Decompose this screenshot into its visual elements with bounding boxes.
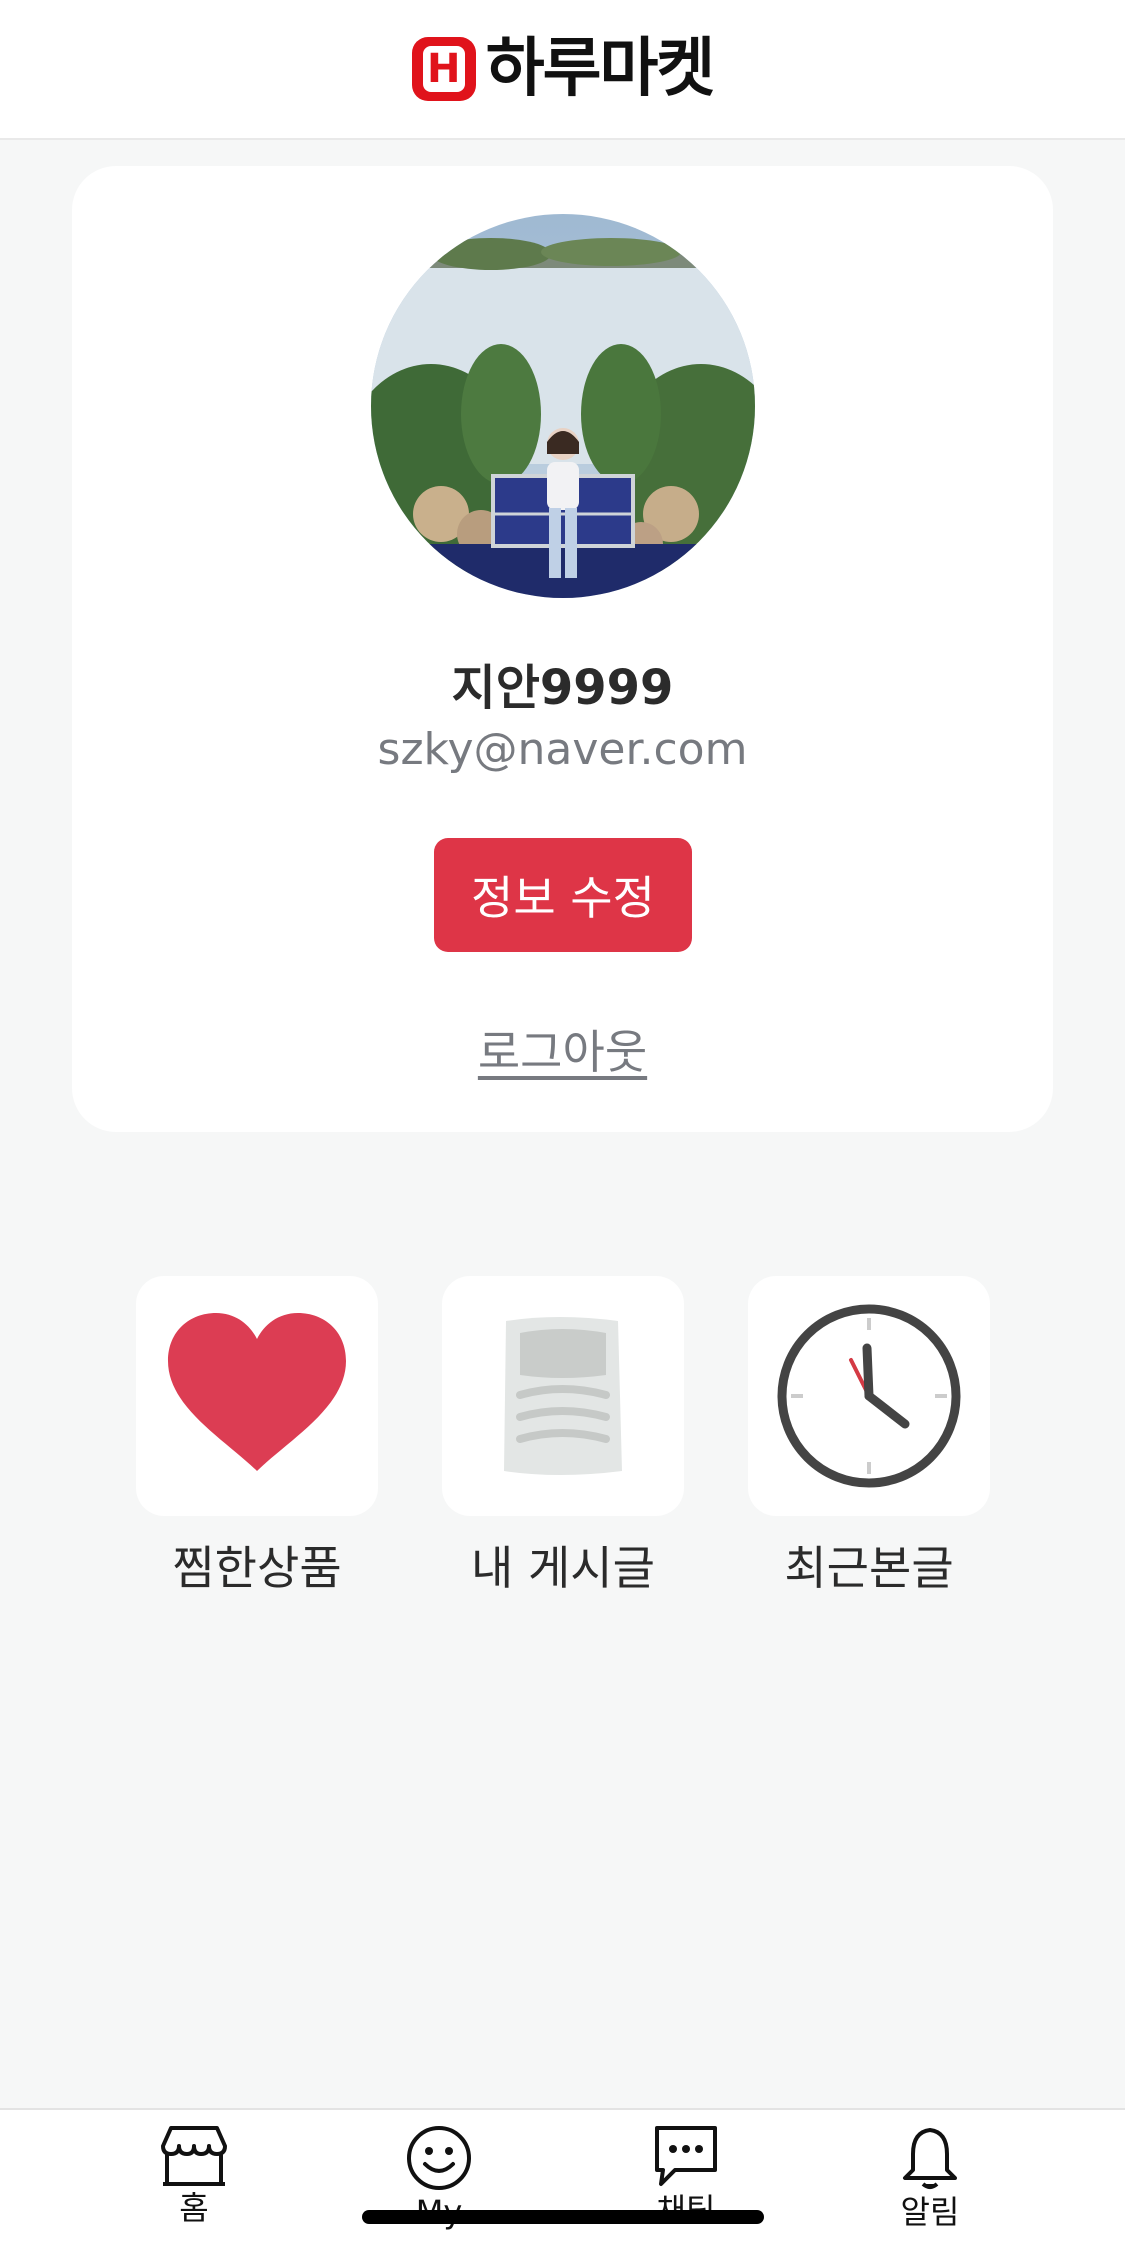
avatar[interactable] xyxy=(371,214,755,598)
shortcut-tile[interactable] xyxy=(136,1276,378,1516)
clock-icon xyxy=(777,1304,961,1488)
shortcut-label: 찜한상품 xyxy=(172,1541,342,1595)
bottom-nav: 홈 My 채팅 알림 xyxy=(0,2108,1125,2250)
app-name: 하루마켓 xyxy=(485,32,716,106)
edit-profile-button[interactable]: 정보 수정 xyxy=(434,838,692,952)
nav-item-home[interactable]: 홈 xyxy=(124,2124,264,2224)
shortcut-tile[interactable] xyxy=(442,1276,684,1516)
profile-photo xyxy=(371,214,755,598)
heart-icon xyxy=(168,1313,346,1471)
home-indicator xyxy=(362,2210,764,2224)
shortcut-wishlist[interactable]: 찜한상품 xyxy=(136,1276,378,1598)
logo-mark: H xyxy=(411,37,476,101)
nav-label: 홈 xyxy=(179,2189,209,2227)
user-email: szky@naver.com xyxy=(377,724,748,775)
shortcut-recently-viewed[interactable]: 최근본글 xyxy=(748,1276,990,1598)
chat-bubble-icon xyxy=(655,2126,717,2186)
document-icon xyxy=(504,1317,622,1475)
store-icon xyxy=(161,2126,227,2186)
profile-card: 지안9999 szky@naver.com 정보 수정 로그아웃 xyxy=(72,166,1053,1132)
user-nickname: 지안9999 xyxy=(451,660,674,716)
logout-link[interactable]: 로그아웃 xyxy=(72,1016,1053,1082)
logo-letter: H xyxy=(422,46,465,92)
app-header: H 하루마켓 xyxy=(0,0,1125,140)
nav-item-notifications[interactable]: 알림 xyxy=(860,2124,1000,2228)
shortcut-label: 최근본글 xyxy=(784,1541,954,1595)
app-logo[interactable]: H 하루마켓 xyxy=(411,32,716,106)
shortcut-my-posts[interactable]: 내 게시글 xyxy=(442,1276,684,1598)
shortcut-label: 내 게시글 xyxy=(471,1541,655,1595)
nav-label: 알림 xyxy=(900,2193,960,2231)
shortcut-tile[interactable] xyxy=(748,1276,990,1516)
bell-icon xyxy=(903,2128,957,2189)
smiley-icon xyxy=(407,2126,471,2190)
